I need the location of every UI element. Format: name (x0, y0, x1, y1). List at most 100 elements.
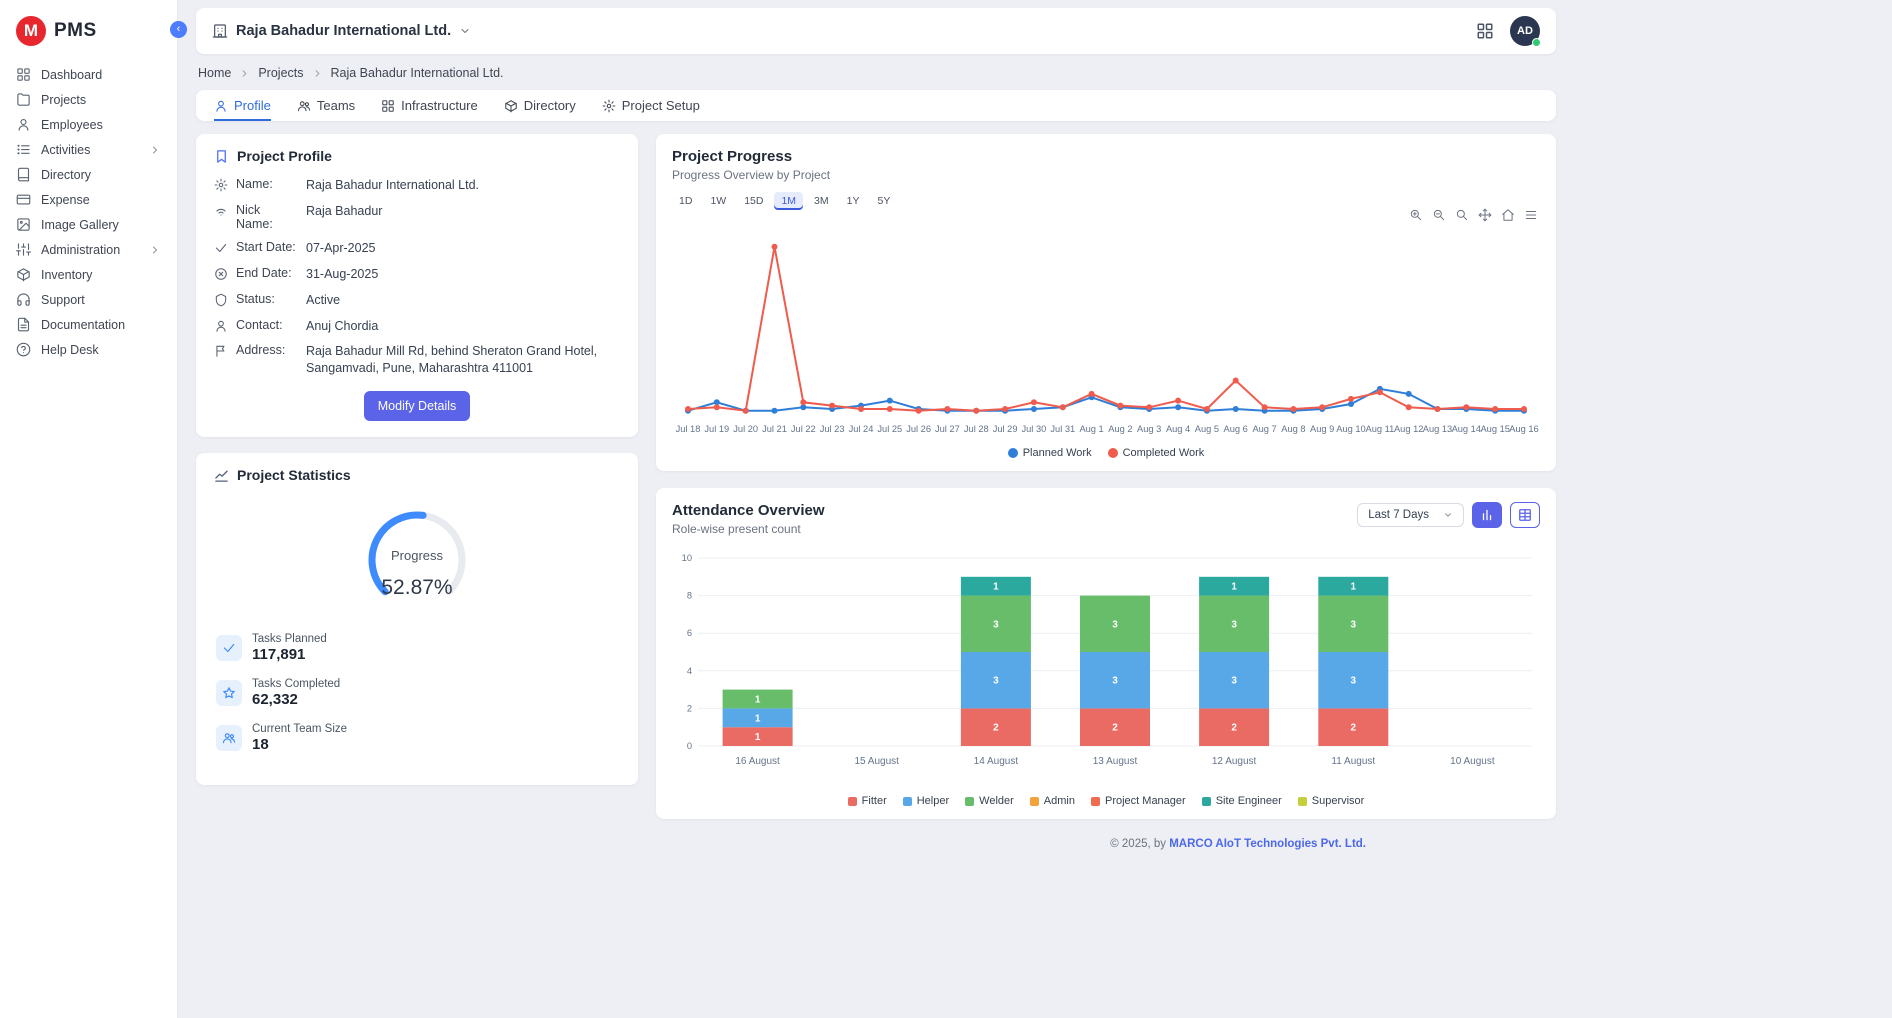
svg-text:1: 1 (993, 582, 999, 593)
breadcrumb-item-projects[interactable]: Projects (258, 66, 303, 80)
sidebar-item-employees[interactable]: Employees (0, 112, 177, 137)
svg-text:3: 3 (993, 619, 999, 630)
sidebar-item-label: Image Gallery (41, 218, 161, 232)
sidebar-collapse-button[interactable]: ‹ (170, 21, 187, 38)
legend-label: Project Manager (1105, 795, 1186, 807)
sidebar-item-documentation[interactable]: Documentation (0, 312, 177, 337)
zoom-out-icon[interactable] (1432, 208, 1446, 222)
breadcrumb-item-raja-bahadur-international-ltd[interactable]: Raja Bahadur International Ltd. (331, 66, 504, 80)
project-progress-chart[interactable]: Jul 18Jul 19Jul 20Jul 21Jul 22Jul 23Jul … (672, 216, 1540, 440)
tab-label: Project Setup (622, 98, 700, 113)
legend-label: Welder (979, 795, 1014, 807)
svg-text:Aug 3: Aug 3 (1137, 424, 1161, 434)
chevron-down-icon (459, 25, 471, 37)
avatar[interactable]: AD (1510, 16, 1540, 46)
stat-tasks-planned: Tasks Planned117,891 (214, 633, 620, 663)
x-circle-icon (214, 267, 228, 281)
legend-project-manager[interactable]: Project Manager (1091, 795, 1186, 807)
legend-swatch (1108, 448, 1118, 458)
gear-icon (214, 178, 228, 192)
home-icon[interactable] (1501, 208, 1515, 222)
image-icon (16, 217, 31, 232)
svg-text:12 August: 12 August (1212, 756, 1257, 767)
legend-welder[interactable]: Welder (965, 795, 1014, 807)
sidebar-item-label: Inventory (41, 268, 161, 282)
selection-zoom-icon[interactable] (1455, 208, 1469, 222)
tab-directory[interactable]: Directory (504, 90, 576, 121)
app-name: PMS (54, 20, 97, 42)
svg-text:Aug 16: Aug 16 (1509, 424, 1538, 434)
field-label: Name: (236, 177, 298, 191)
stat-text: Tasks Completed62,332 (252, 678, 340, 708)
sidebar-item-image-gallery[interactable]: Image Gallery (0, 212, 177, 237)
line-chart-area: Jul 18Jul 19Jul 20Jul 21Jul 22Jul 23Jul … (672, 216, 1540, 445)
stat-tasks-completed: Tasks Completed62,332 (214, 678, 620, 708)
sidebar-item-inventory[interactable]: Inventory (0, 262, 177, 287)
date-range-select[interactable]: Last 7 Days (1357, 503, 1464, 527)
tab-teams[interactable]: Teams (297, 90, 355, 121)
range-button-3m[interactable]: 3M (807, 192, 836, 210)
legend-planned-work[interactable]: Planned Work (1008, 447, 1092, 459)
sidebar-item-activities[interactable]: Activities (0, 137, 177, 162)
sidebar-item-expense[interactable]: Expense (0, 187, 177, 212)
breadcrumb-item-home[interactable]: Home (198, 66, 231, 80)
menu-icon[interactable] (1524, 208, 1538, 222)
footer-company-link[interactable]: MARCO AIoT Technologies Pvt. Ltd. (1169, 838, 1366, 850)
stat-text: Current Team Size18 (252, 723, 347, 753)
legend-admin[interactable]: Admin (1030, 795, 1075, 807)
book-icon (16, 167, 31, 182)
svg-text:10 August: 10 August (1450, 756, 1495, 767)
sidebar-item-projects[interactable]: Projects (0, 87, 177, 112)
breadcrumb: Home Projects Raja Bahadur International L… (198, 66, 1556, 80)
sidebar-item-administration[interactable]: Administration (0, 237, 177, 262)
range-button-1w[interactable]: 1W (703, 192, 733, 210)
apps-grid-icon[interactable] (1476, 22, 1494, 40)
legend-completed-work[interactable]: Completed Work (1108, 447, 1205, 459)
company-selector[interactable]: Raja Bahadur International Ltd. (212, 23, 471, 39)
legend-supervisor[interactable]: Supervisor (1298, 795, 1365, 807)
check-icon (214, 241, 228, 255)
range-button-1m[interactable]: 1M (774, 192, 803, 210)
sidebar-item-dashboard[interactable]: Dashboard (0, 62, 177, 87)
avatar-initials: AD (1517, 25, 1533, 37)
svg-text:15 August: 15 August (854, 756, 899, 767)
attendance-chart[interactable]: 024681011116 August15 August233114 Augus… (672, 550, 1540, 788)
sidebar-item-directory[interactable]: Directory (0, 162, 177, 187)
modify-details-button[interactable]: Modify Details (364, 391, 471, 421)
range-button-1d[interactable]: 1D (672, 192, 699, 210)
svg-text:Aug 14: Aug 14 (1452, 424, 1481, 434)
table-view-toggle[interactable] (1510, 502, 1540, 528)
pan-icon[interactable] (1478, 208, 1492, 222)
svg-text:1: 1 (1351, 582, 1357, 593)
sidebar-item-help-desk[interactable]: Help Desk (0, 337, 177, 362)
tab-profile[interactable]: Profile (214, 90, 271, 121)
sidebar-item-label: Expense (41, 193, 161, 207)
chevron-right-icon (149, 244, 161, 256)
sidebar-item-support[interactable]: Support (0, 287, 177, 312)
bar-view-toggle[interactable] (1472, 502, 1502, 528)
svg-text:1: 1 (1231, 582, 1237, 593)
card-title: Project Profile (237, 148, 332, 164)
svg-text:Jul 19: Jul 19 (704, 424, 729, 434)
zoom-in-icon[interactable] (1409, 208, 1423, 222)
svg-text:1: 1 (755, 695, 761, 706)
svg-text:Jul 30: Jul 30 (1021, 424, 1046, 434)
tab-project-setup[interactable]: Project Setup (602, 90, 700, 121)
range-button-1y[interactable]: 1Y (840, 192, 867, 210)
profile-field-status: Status:Active (214, 292, 620, 309)
chart-title: Project Progress (672, 148, 1540, 165)
legend-swatch (848, 797, 857, 806)
progress-gauge-chart: Progress52.87% (307, 496, 527, 618)
top-header: Raja Bahadur International Ltd. AD (196, 8, 1556, 54)
project-profile-card: Project Profile Name:Raja Bahadur Intern… (196, 134, 638, 437)
legend-site-engineer[interactable]: Site Engineer (1202, 795, 1282, 807)
project-statistics-card: Project Statistics Progress52.87% Tasks … (196, 453, 638, 785)
range-button-5y[interactable]: 5Y (870, 192, 897, 210)
users-icon (297, 99, 311, 113)
legend-swatch (1202, 797, 1211, 806)
legend-fitter[interactable]: Fitter (848, 795, 887, 807)
tab-infrastructure[interactable]: Infrastructure (381, 90, 478, 121)
legend-swatch (1298, 797, 1307, 806)
legend-helper[interactable]: Helper (903, 795, 949, 807)
range-button-15d[interactable]: 15D (737, 192, 770, 210)
